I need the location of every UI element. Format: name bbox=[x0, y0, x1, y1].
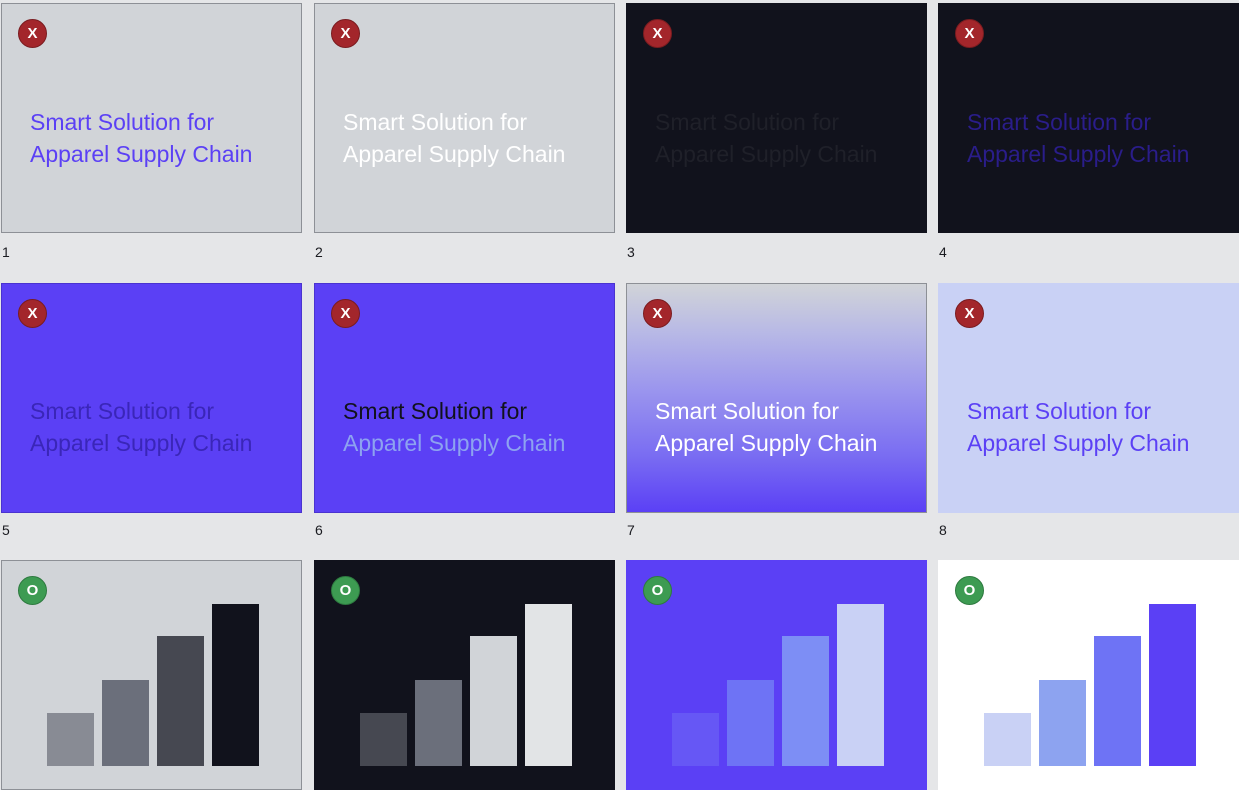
headline-text: Smart Solution for Apparel Supply Chain bbox=[343, 395, 565, 459]
chart-bar-2 bbox=[102, 680, 149, 766]
headline-line-2: Apparel Supply Chain bbox=[655, 430, 878, 456]
wrong-badge: X bbox=[331, 19, 360, 48]
bar-example-tile-1: O bbox=[1, 560, 302, 790]
tile-number: 6 bbox=[315, 522, 323, 538]
example-tile-1: X Smart Solution for Apparel Supply Chai… bbox=[1, 3, 302, 233]
example-tile-4: X Smart Solution for Apparel Supply Chai… bbox=[938, 3, 1239, 233]
headline-text: Smart Solution for Apparel Supply Chain bbox=[30, 106, 252, 170]
chart-bar-4 bbox=[1149, 604, 1196, 766]
headline-line-1: Smart Solution for bbox=[967, 109, 1152, 135]
headline-line-2: Apparel Supply Chain bbox=[30, 141, 253, 167]
chart-bar-2 bbox=[727, 680, 774, 766]
chart-bar-3 bbox=[1094, 636, 1141, 766]
wrong-badge: X bbox=[18, 299, 47, 328]
headline-line-2: Apparel Supply Chain bbox=[655, 141, 878, 167]
headline-line-1: Smart Solution for bbox=[343, 398, 528, 424]
wrong-badge: X bbox=[955, 19, 984, 48]
wrong-badge: X bbox=[643, 299, 672, 328]
chart-bar-4 bbox=[525, 604, 572, 766]
headline-line-2: Apparel Supply Chain bbox=[967, 430, 1190, 456]
example-tile-2: X Smart Solution for Apparel Supply Chai… bbox=[314, 3, 615, 233]
right-badge: O bbox=[331, 576, 360, 605]
chart-bar-4 bbox=[837, 604, 884, 766]
bar-example-tile-4: O bbox=[938, 560, 1239, 790]
tile-number: 4 bbox=[939, 244, 947, 260]
chart-bar-3 bbox=[157, 636, 204, 766]
right-badge: O bbox=[955, 576, 984, 605]
chart-bar-2 bbox=[1039, 680, 1086, 766]
example-tile-7: X Smart Solution for Apparel Supply Chai… bbox=[626, 283, 927, 513]
bar-example-tile-3: O bbox=[626, 560, 927, 790]
headline-line-2: Apparel Supply Chain bbox=[30, 430, 253, 456]
chart-bar-1 bbox=[360, 713, 407, 766]
tile-number: 8 bbox=[939, 522, 947, 538]
headline-line-1: Smart Solution for bbox=[30, 109, 215, 135]
chart-bar-3 bbox=[782, 636, 829, 766]
chart-bar-1 bbox=[672, 713, 719, 766]
tile-number: 5 bbox=[2, 522, 10, 538]
headline-text: Smart Solution for Apparel Supply Chain bbox=[655, 106, 877, 170]
headline-text: Smart Solution for Apparel Supply Chain bbox=[30, 395, 252, 459]
bar-example-tile-2: O bbox=[314, 560, 615, 790]
headline-line-2: Apparel Supply Chain bbox=[967, 141, 1190, 167]
example-tile-8: X Smart Solution for Apparel Supply Chai… bbox=[938, 283, 1239, 513]
right-badge: O bbox=[643, 576, 672, 605]
wrong-badge: X bbox=[331, 299, 360, 328]
headline-text: Smart Solution for Apparel Supply Chain bbox=[343, 106, 565, 170]
headline-text: Smart Solution for Apparel Supply Chain bbox=[967, 106, 1189, 170]
headline-text: Smart Solution for Apparel Supply Chain bbox=[655, 395, 877, 459]
headline-line-2: Apparel Supply Chain bbox=[343, 430, 566, 456]
headline-line-1: Smart Solution for bbox=[967, 398, 1152, 424]
chart-bar-3 bbox=[470, 636, 517, 766]
tile-number: 2 bbox=[315, 244, 323, 260]
headline-line-2: Apparel Supply Chain bbox=[343, 141, 566, 167]
headline-line-1: Smart Solution for bbox=[655, 109, 840, 135]
tile-number: 1 bbox=[2, 244, 10, 260]
tile-number: 3 bbox=[627, 244, 635, 260]
example-tile-5: X Smart Solution for Apparel Supply Chai… bbox=[1, 283, 302, 513]
chart-bar-2 bbox=[415, 680, 462, 766]
wrong-badge: X bbox=[18, 19, 47, 48]
example-tile-3: X Smart Solution for Apparel Supply Chai… bbox=[626, 3, 927, 233]
headline-line-1: Smart Solution for bbox=[343, 109, 528, 135]
tile-number: 7 bbox=[627, 522, 635, 538]
chart-bar-4 bbox=[212, 604, 259, 766]
wrong-badge: X bbox=[643, 19, 672, 48]
wrong-badge: X bbox=[955, 299, 984, 328]
chart-bar-1 bbox=[47, 713, 94, 766]
headline-line-1: Smart Solution for bbox=[655, 398, 840, 424]
right-badge: O bbox=[18, 576, 47, 605]
headline-text: Smart Solution for Apparel Supply Chain bbox=[967, 395, 1189, 459]
chart-bar-1 bbox=[984, 713, 1031, 766]
headline-line-1: Smart Solution for bbox=[30, 398, 215, 424]
example-tile-6: X Smart Solution for Apparel Supply Chai… bbox=[314, 283, 615, 513]
